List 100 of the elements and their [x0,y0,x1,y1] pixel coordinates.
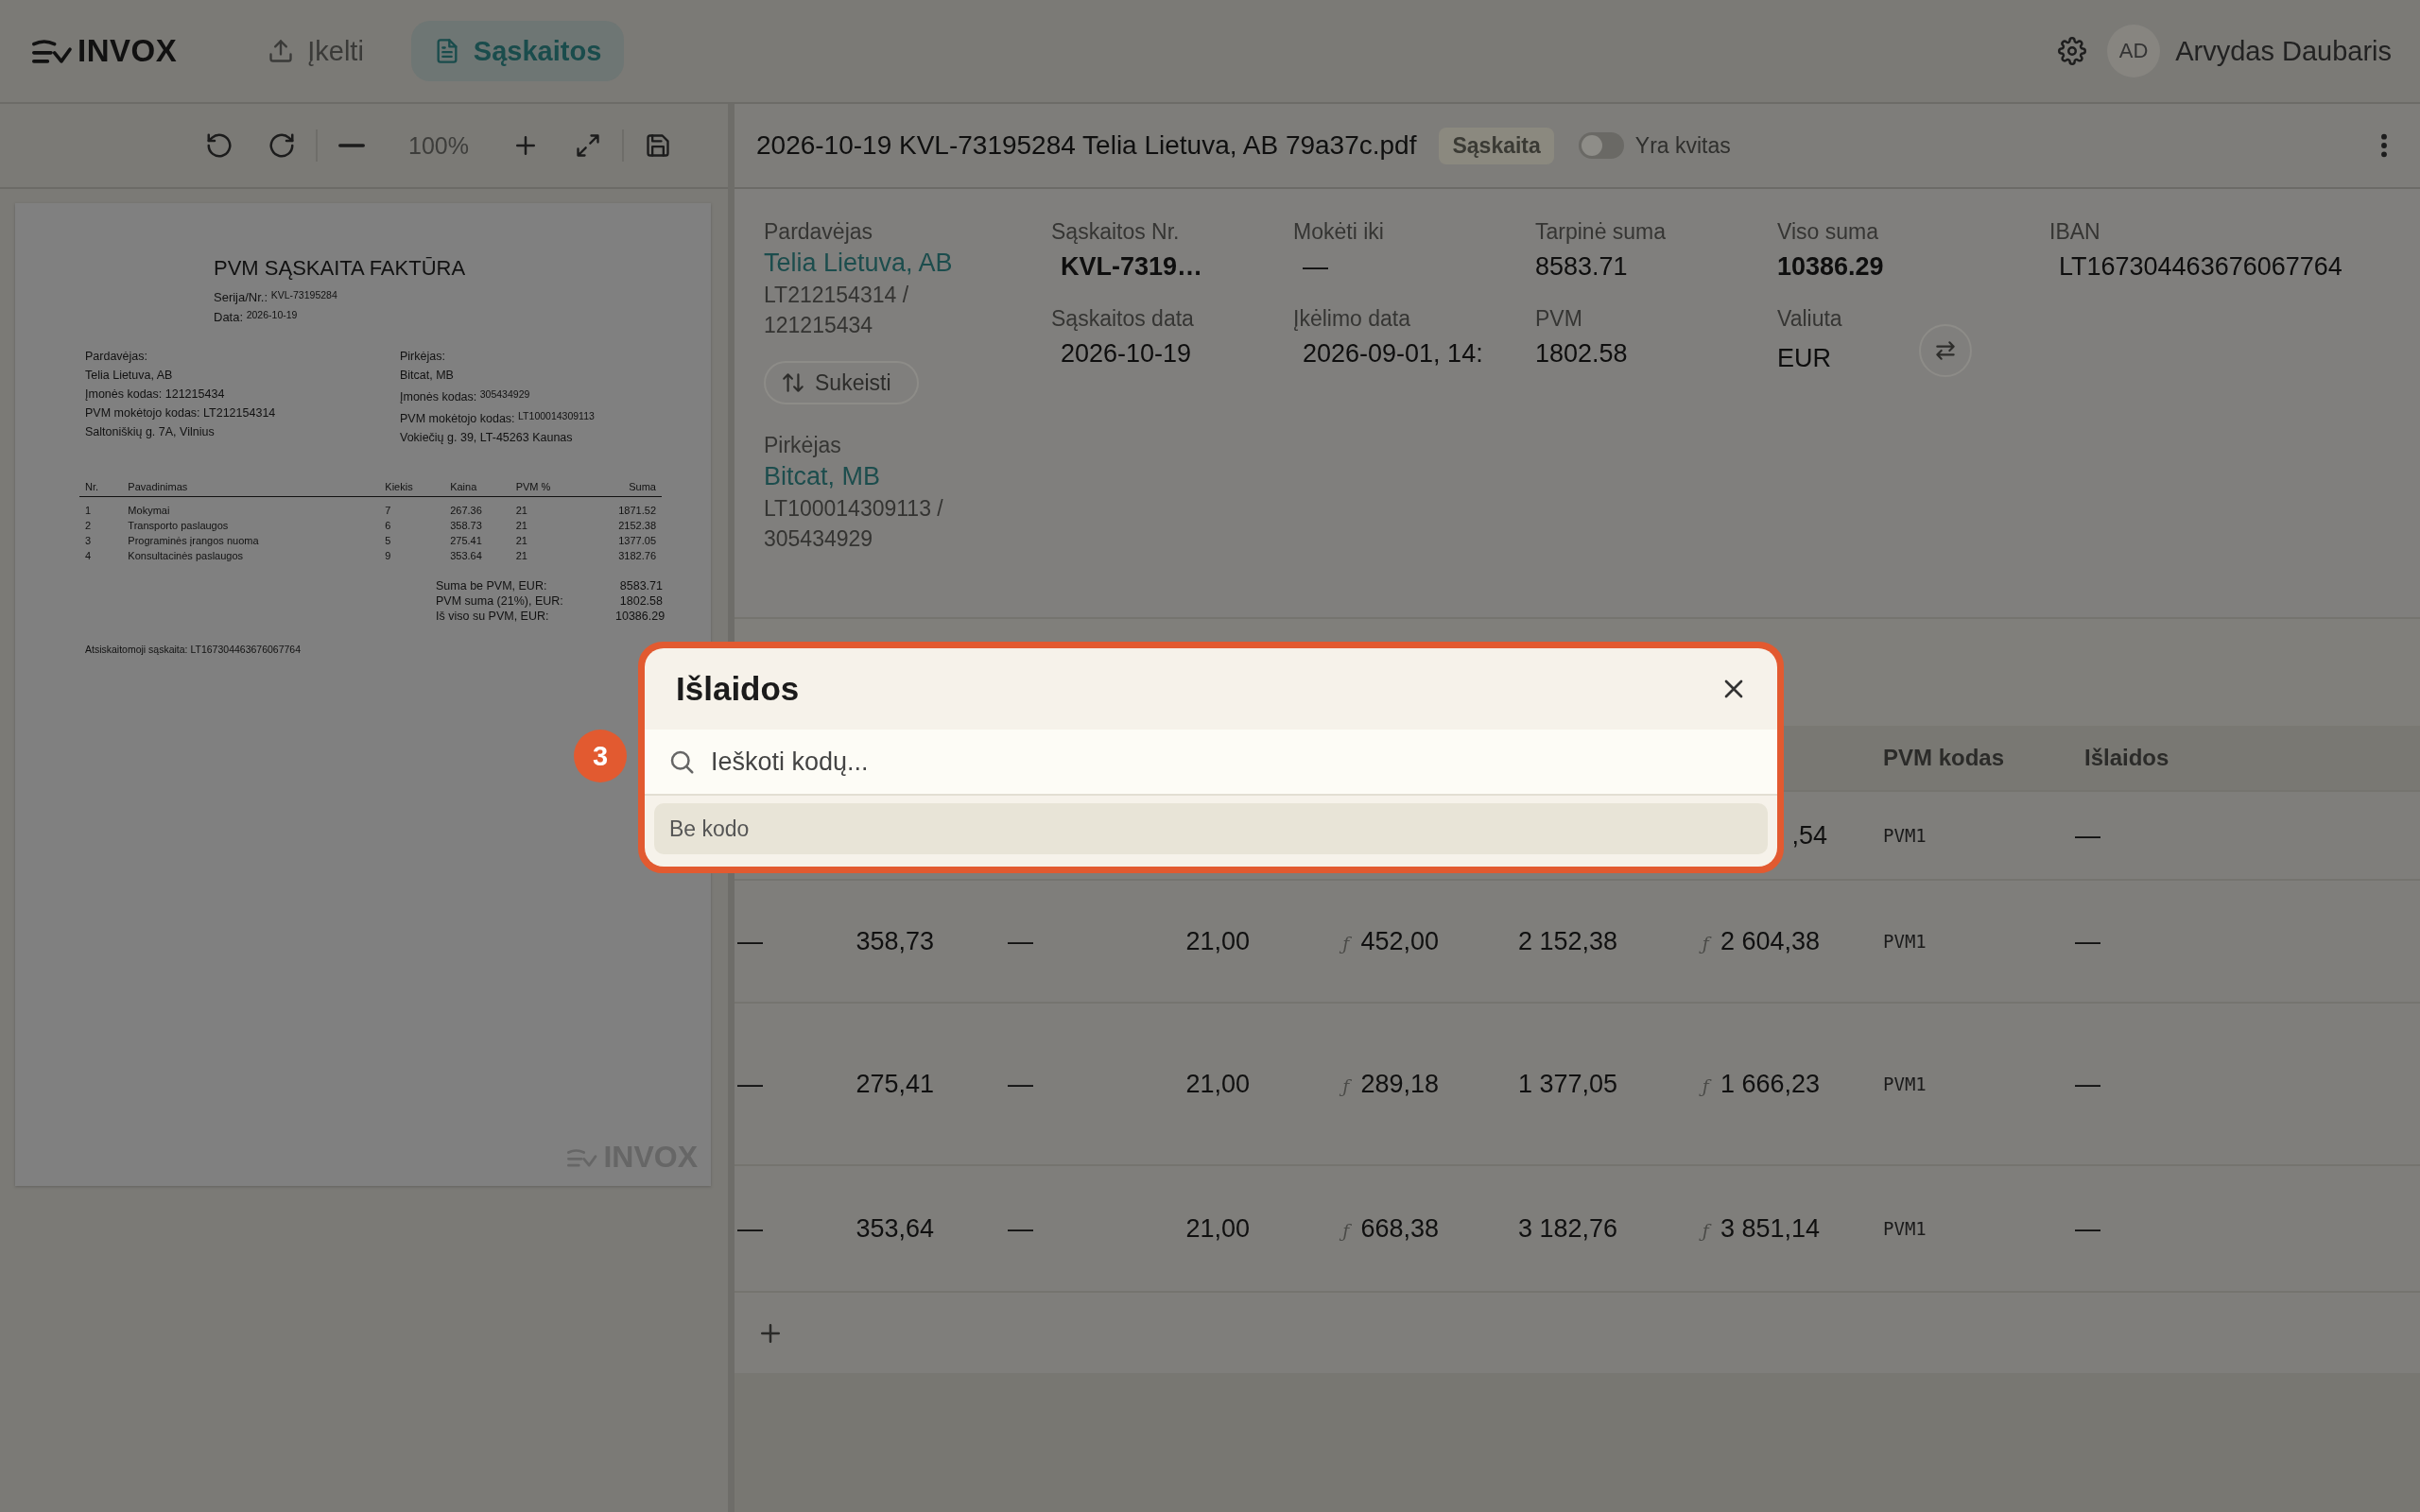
table-cell: 2 152,38 [1517,926,1617,956]
table-cell-text: — [736,1213,763,1244]
table-cell-text: 275.41 [449,534,483,547]
party-line: Vokiečių g. 39, LT-45263 Kaunas [400,430,574,446]
table-cell: 275,41 [856,1069,934,1099]
party-line: Bitcat, MB [400,368,455,384]
field-label: Pardavėjas [764,219,874,245]
field-label: IBAN [2049,219,2101,245]
column-header: Nr. [79,481,123,497]
file-name: 2026-10-19 KVL-73195284 Telia Lietuva, AB 79a37c.pdf [756,130,1417,161]
document-type-badge: Sąskaita [1439,127,1554,164]
field-label: Mokėti iki [1293,219,1385,245]
column-header: Pavadinimas [122,481,380,497]
table-cell-text: 353.64 [449,549,483,562]
table-cell: 3 182,76 [1517,1213,1617,1244]
party-line: Saltoniškių g. 7A, Vilnius [85,424,216,440]
table-cell-text: — [1007,1069,1033,1099]
field-value: 10386.29 [1777,252,1885,282]
field-label: Sąskaitos data [1051,306,1195,332]
field-value: LT167304463676067764 [2058,252,2343,282]
column-header: Išlaidos [2083,745,2169,771]
table-cell-text: 3182.76 [617,549,657,562]
company-codes: LT100014309113 / 305434929 [764,495,944,553]
total-label: Iš viso su PVM, EUR: [436,610,550,623]
total-label: PVM suma (21%), EUR: [436,594,564,608]
logo-text: INVOX [78,33,178,69]
table-cell: — [2075,1213,2100,1244]
field-label: Viso suma [1777,219,1879,245]
column-header: PVM kodas [1882,745,2005,771]
total-value: 10386.29 [615,610,663,623]
field-value: 1802.58 [1535,339,1629,369]
table-cell-text: 3 [84,534,93,547]
field-label: Sąskaitos Nr. [1051,219,1181,245]
party-line: PVM mokėtojo kodas: LT212154314 [85,405,277,421]
table-cell-text: 2 [84,519,93,532]
table-cell: 267.36 [444,496,510,517]
field-value: KVL-7319… [1060,252,1204,282]
table-cell: — [2075,926,2100,956]
field-value: 2026-09-01, 14: [1302,339,1484,369]
party-heading: Pirkėjas: [400,349,446,365]
user-name: Arvydas Daubaris [2175,35,2392,67]
table-cell-text: PVM1 [1882,1218,1927,1239]
dialog-title: Išlaidos [676,670,800,708]
party-heading: Pardavėjas: [85,349,148,365]
total-value: 8583.71 [618,579,663,593]
table-cell-text: 4 [84,549,93,562]
document-meta: Serija/Nr.: $^{KVL-73195284}$ [214,288,338,306]
table-cell-text: — [1007,926,1033,956]
document-title: PVM SĄSKAITA FAKTŪRA [214,256,467,281]
party-line: PVM mokėtojo kodas: $^{LT100014309113}$ [400,409,596,427]
table-cell-text: PVM1 [1882,931,1927,952]
table-cell-text: 2152.38 [617,519,657,532]
table-cell: 353,64 [856,1213,934,1244]
column-header: Suma [596,481,662,497]
table-cell-text: 9 [384,549,392,562]
table-cell: 21,00 [1185,1069,1250,1099]
table-cell: 358,73 [856,926,934,956]
field-label: Valiuta [1777,306,1843,332]
company-codes: LT212154314 / 121215434 [764,282,910,339]
party-line: Telia Lietuva, AB [85,368,174,384]
toggle-label: Yra kvitas [1634,132,1731,159]
field-value: 2026-10-19 [1060,339,1193,369]
table-cell-text: 1377.05 [617,534,657,547]
column-header: PVM % [510,481,597,497]
table-cell: 1 377,05 [1517,1069,1617,1099]
party-line: Įmonės kodas: $^{305434929}$ [400,387,531,405]
table-cell: — [2075,1069,2100,1099]
field-label: Tarpinė suma [1535,219,1668,245]
table-cell-text: 6 [384,519,392,532]
field-value: 8583.71 [1535,252,1629,282]
table-cell: 21 [510,496,597,517]
zoom-level: 100% [407,131,470,160]
table-cell: 1 [79,496,123,517]
table-cell-text: 21 [514,534,528,547]
document-footer: Atsiskaitomoji sąskaita: LT167304463676067764 [85,644,711,655]
table-cell: 21,00 [1185,1213,1250,1244]
party-line: Įmonės kodas: 121215434 [85,387,226,403]
table-cell-text: 21 [514,519,528,532]
field-value: — [1302,252,1329,282]
table-cell-text: — [1007,1213,1033,1244]
field-label: PVM [1535,306,1583,332]
table-cell-text: PVM1 [1882,1074,1927,1094]
table-cell-text: Programinės įrangos nuoma [127,534,260,547]
column-header: Kiekis [379,481,445,497]
table-cell-text: 5 [384,534,392,547]
table-cell: 21,00 [1185,926,1250,956]
column-header: Kaina [444,481,510,497]
field-label: Pirkėjas [764,433,842,458]
table-cell: 7 [379,496,445,517]
total-value: 1802.58 [618,594,663,608]
table-cell: Mokymai [122,496,380,517]
field-label: Įkėlimo data [1293,306,1411,332]
table-cell: ,54 [1791,820,1827,850]
table-cell-text: 21 [514,549,528,562]
field-value: EUR [1777,343,1832,373]
table-cell-text: 358.73 [449,519,483,532]
table-cell: 1871.52 [596,496,662,517]
table-cell-text: Transporto paslaugos [127,519,230,532]
table-cell-text: — [736,1069,763,1099]
table-cell-text: Konsultacinės paslaugos [127,549,245,562]
